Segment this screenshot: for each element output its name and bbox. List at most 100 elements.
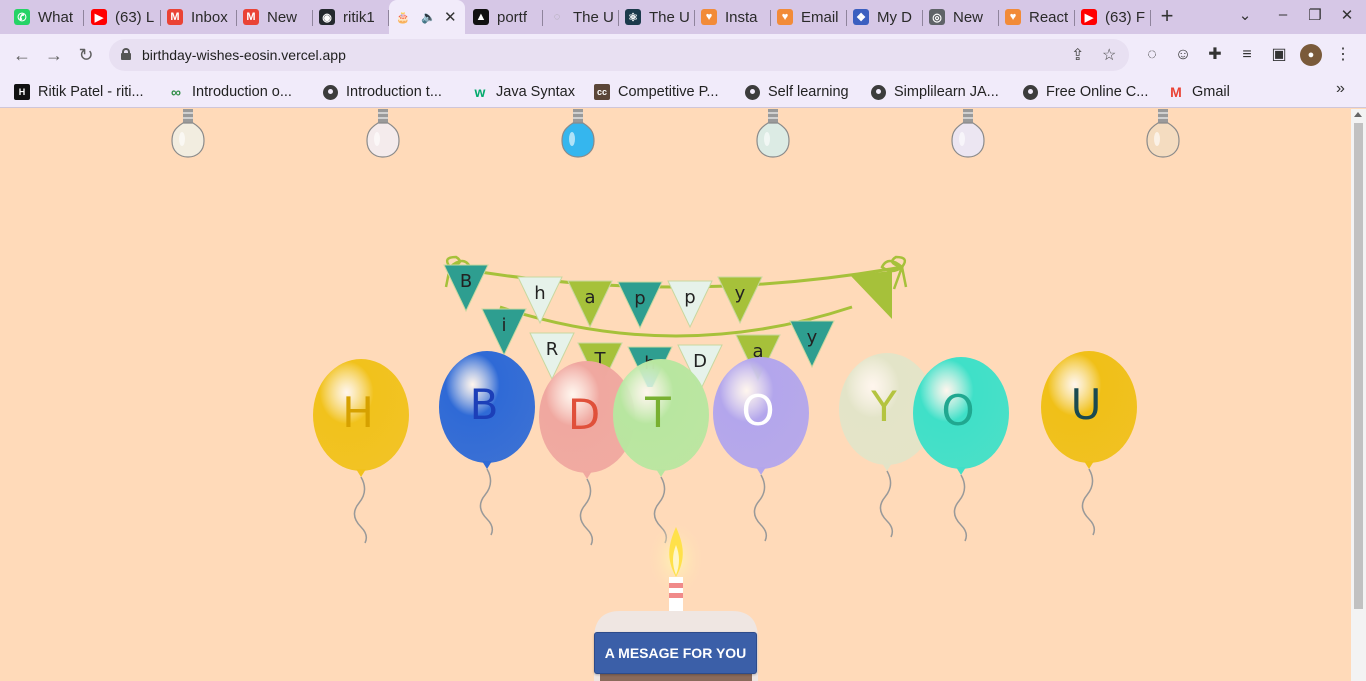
browser-tab[interactable]: M New [237, 4, 313, 30]
balloon-letter: O [941, 386, 974, 435]
browser-tab[interactable]: M Inbox [161, 4, 237, 30]
letter-balloon: O [913, 357, 1009, 542]
banner-letter: y [735, 283, 746, 304]
birthday-page: BhappyiRThDay HBDTOYOU A MESAGE FOR YOU [0, 109, 1351, 681]
banner-letter: a [584, 287, 595, 308]
minimize-button[interactable]: – [1272, 6, 1294, 23]
browser-tab[interactable]: ♥ React [999, 4, 1075, 30]
light-bulb [1146, 109, 1180, 158]
banner-pennant: B [443, 264, 489, 313]
page-scrollbar[interactable] [1351, 109, 1366, 681]
balloon-letter: D [568, 390, 600, 439]
close-window-button[interactable]: ✕ [1336, 6, 1358, 24]
browser-tab[interactable]: ◌ The U [543, 4, 619, 30]
w3schools-icon: w [474, 84, 486, 100]
tab-title: React [1029, 8, 1069, 26]
bookmark-item[interactable]: Self learning [744, 81, 849, 103]
share-icon[interactable]: ⇪ [1071, 45, 1084, 65]
browser-tab[interactable]: ✆ What [8, 4, 84, 30]
bookmark-item[interactable]: Free Online C... [1022, 81, 1148, 103]
browser-tab[interactable]: ❖ My D [847, 4, 923, 30]
speaker-icon[interactable]: 🔈 [421, 10, 436, 24]
tab-title: Inbox [191, 8, 228, 26]
message-for-you-button[interactable]: A MESAGE FOR YOU [594, 632, 757, 674]
browser-tab[interactable]: ♥ Email [771, 4, 847, 30]
profile-avatar[interactable]: ● [1300, 44, 1322, 66]
globe-icon [322, 84, 338, 100]
banner-pennant: p [667, 280, 713, 329]
browser-tab[interactable]: ◉ ritik1 [313, 4, 389, 30]
light-bulb [756, 109, 790, 158]
close-tab-icon[interactable]: ✕ [444, 8, 457, 26]
browser-tab[interactable]: ◎ New [923, 4, 999, 30]
tab-title: My D [877, 8, 912, 26]
banner-letter: y [807, 327, 818, 348]
github-icon: ◉ [319, 9, 335, 25]
banner-letter: h [534, 283, 545, 304]
browser-tab[interactable]: ▲ portf [467, 4, 543, 30]
heart-icon: ♥ [1005, 9, 1021, 25]
bookmark-item[interactable]: H Ritik Patel - riti... [14, 81, 144, 103]
gmail-icon: M [243, 9, 259, 25]
gmail-icon: M [167, 9, 183, 25]
balloon-letter: U [1071, 380, 1102, 429]
codechef-icon: cc [594, 84, 610, 100]
restore-button[interactable]: ❐ [1304, 6, 1326, 24]
forward-arrow-icon[interactable]: → [42, 43, 66, 67]
url-text[interactable]: birthday-wishes-eosin.vercel.app [142, 47, 346, 63]
banner-end-flag [850, 271, 892, 319]
bookmark-label: Ritik Patel - riti... [38, 84, 144, 100]
bookmark-item[interactable]: Introduction t... [322, 81, 442, 103]
bookmarks-bar: H Ritik Patel - riti... ∞ Introduction o...… [0, 76, 1366, 108]
bookmark-item[interactable]: w Java Syntax [472, 81, 575, 103]
balloon-letter: O [741, 386, 774, 435]
star-icon[interactable]: ☆ [1102, 45, 1116, 65]
bookmark-label: Free Online C... [1046, 84, 1149, 100]
gfg-icon: ∞ [171, 84, 181, 100]
tab-title: (63) F [1105, 8, 1146, 26]
reload-icon[interactable]: ↻ [74, 43, 98, 67]
menu-kebab-icon[interactable]: ⋮ [1332, 44, 1354, 66]
cake-icon: 🎂 [396, 11, 410, 24]
extensions-icon[interactable]: ✚ [1204, 44, 1226, 66]
letter-balloon: H [313, 359, 409, 544]
balloon-letter: B [470, 380, 499, 429]
tab-title: portf [497, 8, 528, 26]
scrollbar-thumb[interactable] [1354, 123, 1363, 609]
address-bar[interactable]: birthday-wishes-eosin.vercel.app ⇪ ☆ [109, 39, 1129, 71]
extension-puzzle-icon[interactable]: ◌ [1141, 44, 1163, 66]
browser-tab[interactable]: ▶ (63) L [85, 4, 161, 30]
tab-title: The U [573, 8, 614, 26]
browser-tab[interactable]: ⚛ The U [619, 4, 695, 30]
side-panel-icon[interactable]: ▣ [1268, 44, 1290, 66]
banner-letter: p [684, 287, 695, 308]
browser-tab[interactable]: ▶ (63) F [1075, 4, 1151, 30]
bookmark-label: Competitive P... [618, 84, 719, 100]
heart-icon: ♥ [701, 9, 717, 25]
browser-tab[interactable]: 🎂 🔈 ✕ [389, 0, 465, 34]
back-arrow-icon[interactable]: ← [10, 43, 34, 67]
media-controls-icon[interactable]: ≡ [1236, 44, 1258, 66]
scroll-up-arrow-icon[interactable] [1354, 112, 1362, 117]
tab-title: Email [801, 8, 839, 26]
banner-pennant: p [617, 281, 663, 330]
bookmark-icon: ❖ [853, 9, 869, 25]
bookmark-label: Simplilearn JA... [894, 84, 999, 100]
bookmark-item[interactable]: cc Competitive P... [594, 81, 718, 103]
tab-title: Insta [725, 8, 758, 26]
lock-icon[interactable] [121, 48, 131, 60]
bookmark-item[interactable]: Simplilearn JA... [870, 81, 999, 103]
bookmarks-overflow-icon[interactable]: » [1336, 80, 1345, 98]
tab-strip: + ⌄ – ❐ ✕ ✆ What ▶ (63) L M Inbox M New ◉ ritik1 🎂… [0, 0, 1366, 34]
bookmark-item[interactable]: M Gmail [1168, 81, 1230, 103]
tab-title: (63) L [115, 8, 155, 26]
chrome-icon: ◎ [929, 9, 945, 25]
tab-search-chevron-icon[interactable]: ⌄ [1234, 6, 1256, 24]
globe-icon [1022, 84, 1038, 100]
extension-face-icon[interactable]: ☺ [1172, 44, 1194, 66]
new-tab-button[interactable]: + [1156, 4, 1178, 30]
browser-tab[interactable]: ♥ Insta [695, 4, 771, 30]
bookmark-item[interactable]: ∞ Introduction o... [168, 81, 292, 103]
bookmark-label: Introduction t... [346, 84, 442, 100]
banner-pennant: y [717, 276, 763, 325]
